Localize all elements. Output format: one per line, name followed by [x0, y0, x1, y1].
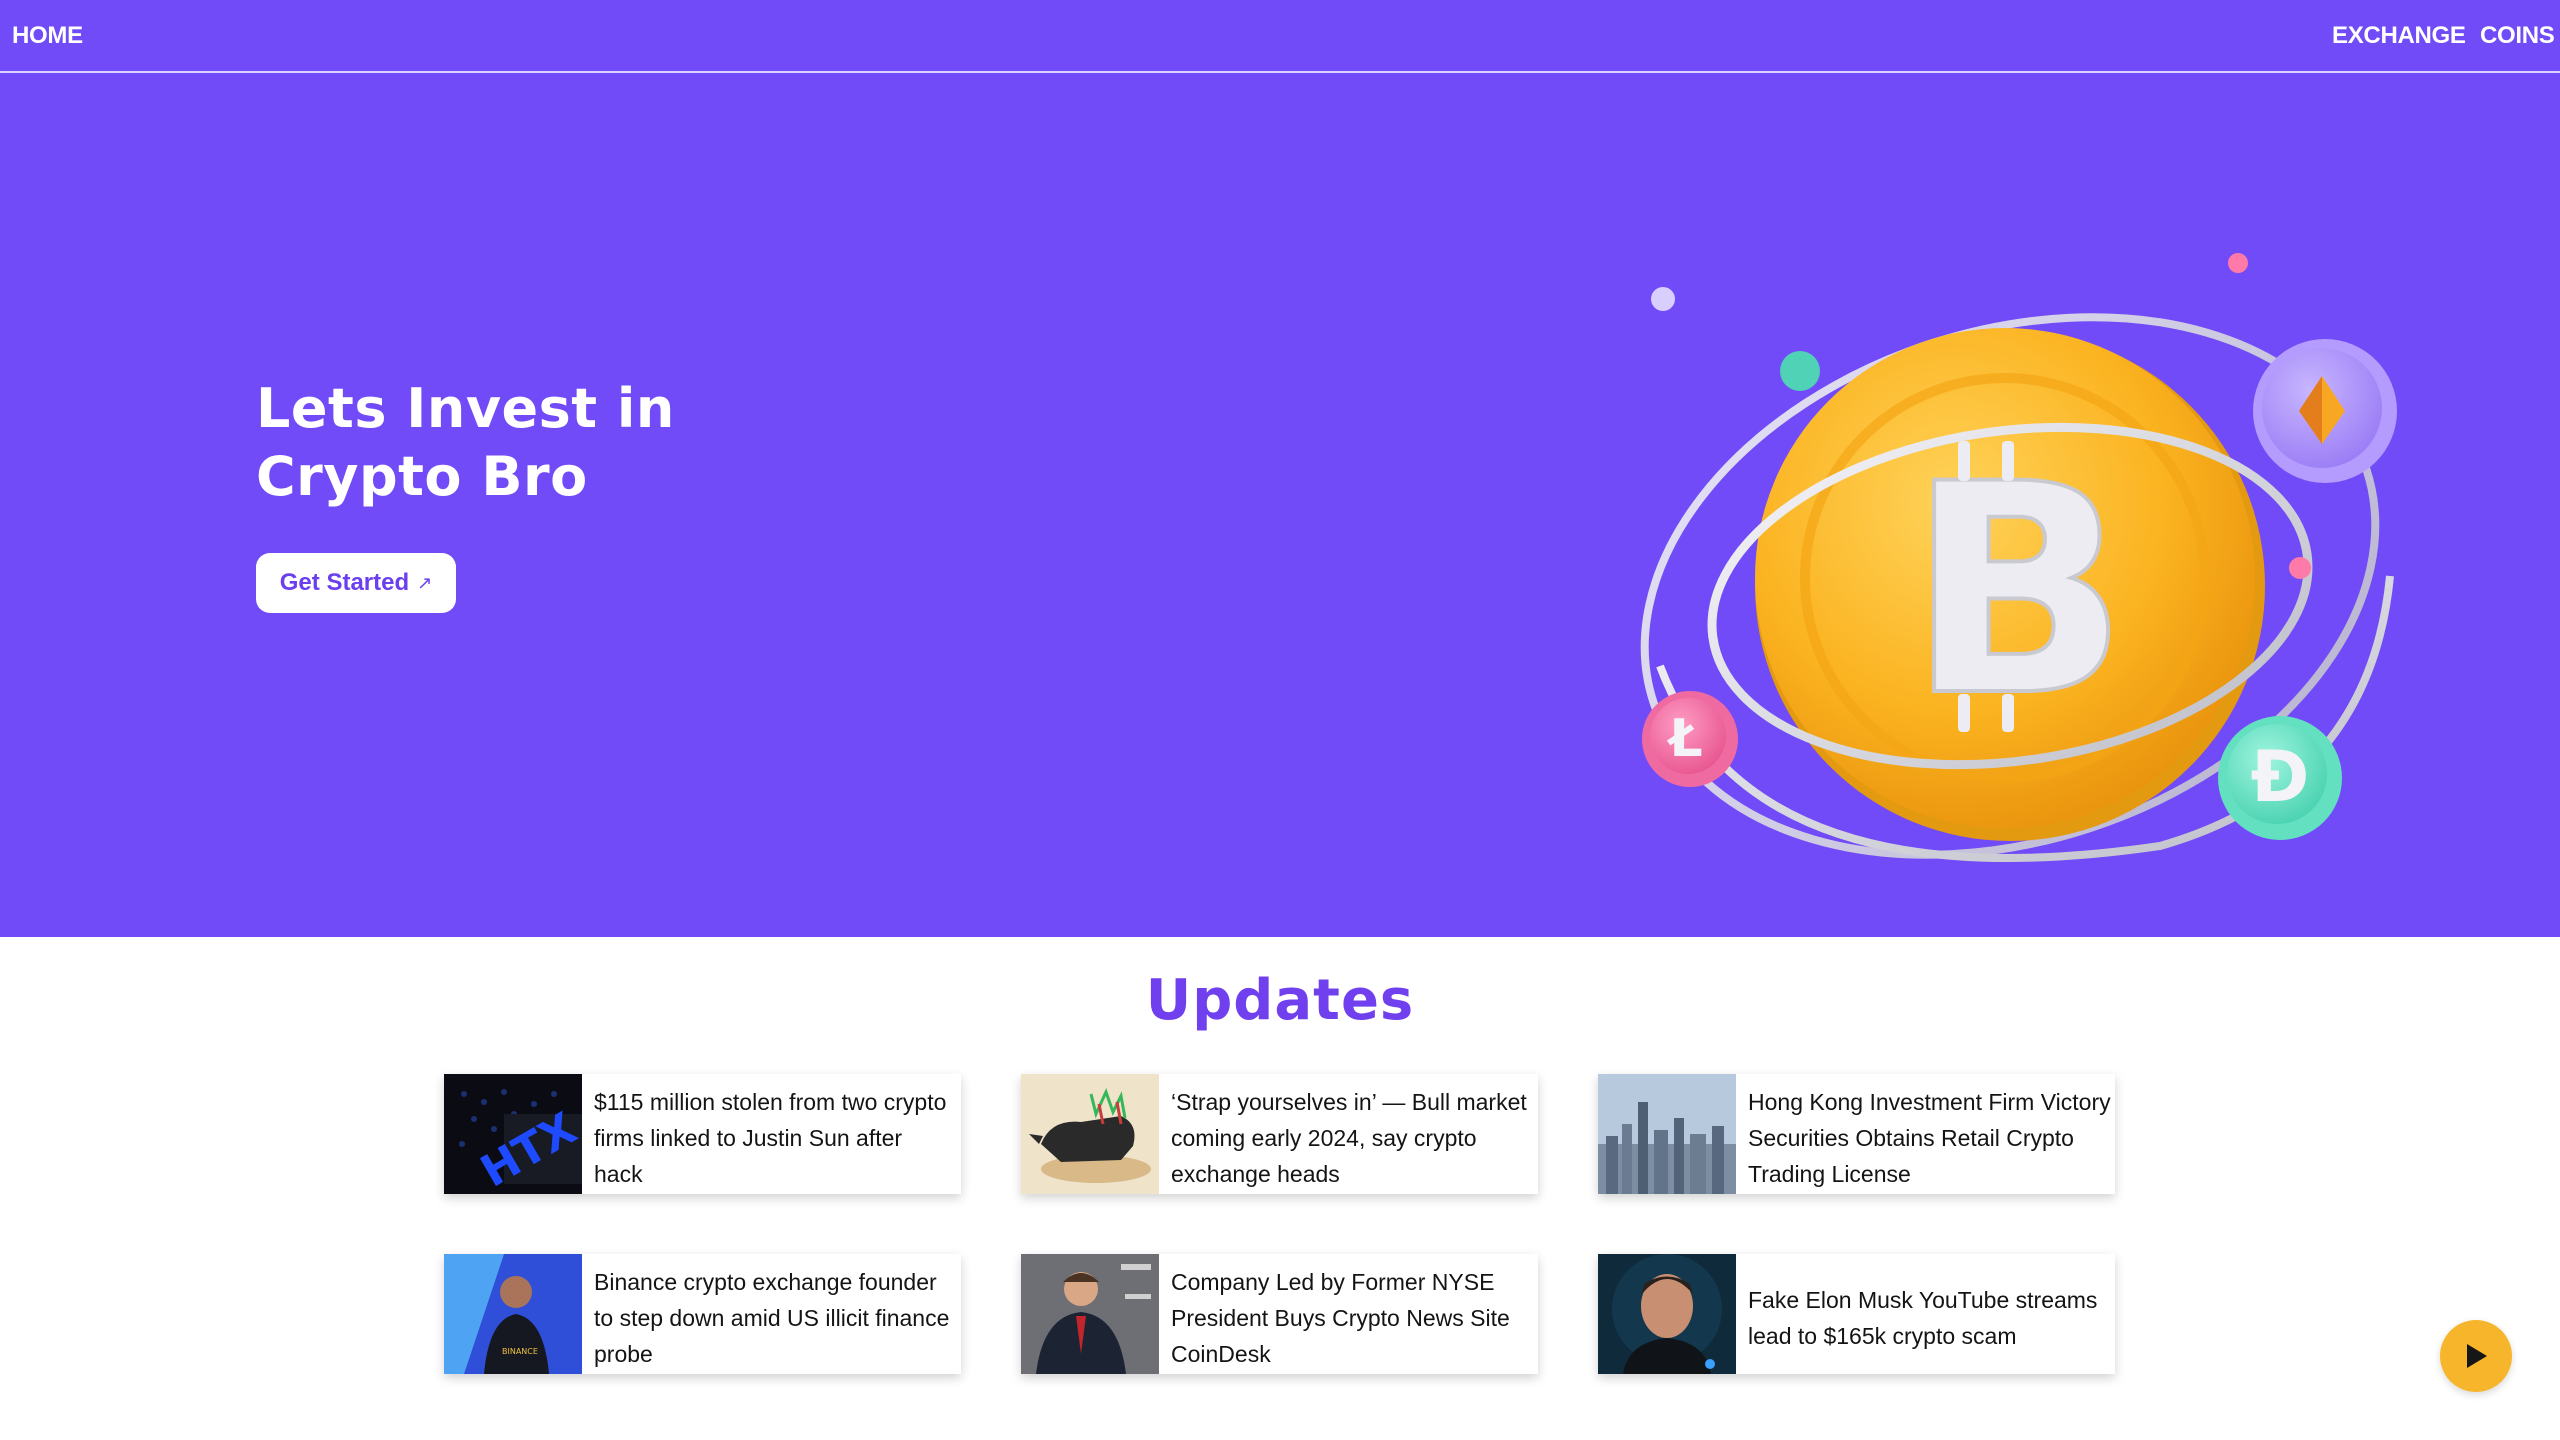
news-headline: Company Led by Former NYSE President Buy… [1171, 1269, 1510, 1367]
hero-section: Lets Invest in Crypto Bro Get Started ↗ [0, 73, 2560, 937]
news-headline: $115 million stolen from two crypto firm… [594, 1089, 947, 1187]
news-thumbnail [1598, 1074, 1736, 1194]
news-headline: Hong Kong Investment Firm Victory Securi… [1748, 1089, 2111, 1187]
news-headline: ‘Strap yourselves in’ — Bull market comi… [1171, 1089, 1527, 1187]
nav-home-link[interactable]: HOME [12, 22, 83, 50]
news-card[interactable]: Hong Kong Investment Firm Victory Securi… [1598, 1074, 2115, 1194]
crypto-coins-illustration: B Ł Ð [1640, 253, 2397, 862]
news-card[interactable]: Company Led by Former NYSE President Buy… [1021, 1254, 1538, 1374]
hero-title: Lets Invest in Crypto Bro [256, 377, 675, 508]
news-thumbnail: BINANCE [444, 1254, 582, 1374]
get-started-label: Get Started [279, 569, 410, 596]
news-thumbnail [1021, 1074, 1159, 1194]
news-thumbnail: HTX [444, 1074, 582, 1194]
nav-coins-link[interactable]: COINS [2480, 22, 2555, 50]
svg-text:BINANCE: BINANCE [502, 1347, 538, 1356]
ethereum-icon [2253, 339, 2397, 483]
updates-heading: Updates [1145, 968, 1415, 1033]
arrow-up-right-icon: ↗ [417, 572, 433, 593]
news-card[interactable]: ‘Strap yourselves in’ — Bull market comi… [1021, 1074, 1538, 1194]
news-thumbnail [1598, 1254, 1736, 1374]
news-card[interactable]: BINANCE Binance crypto exchange founder … [444, 1254, 961, 1374]
nav-exchange-link[interactable]: EXCHANGE [2332, 22, 2466, 50]
svg-text:Ł: Ł [1666, 709, 1702, 769]
news-headline: Fake Elon Musk YouTube streams lead to $… [1748, 1287, 2098, 1349]
get-started-button[interactable]: Get Started ↗ [256, 553, 456, 613]
dogecoin-icon: Ð [2218, 716, 2342, 840]
play-icon [2467, 1344, 2487, 1368]
svg-text:B: B [1907, 423, 2128, 760]
top-nav: HOME EXCHANGE COINS [0, 0, 2560, 73]
play-button[interactable] [2440, 1320, 2512, 1392]
svg-text:Ð: Ð [2251, 736, 2310, 818]
news-thumbnail [1021, 1254, 1159, 1374]
news-card[interactable]: HTX $115 million stolen from two crypto … [444, 1074, 961, 1194]
news-card[interactable]: Fake Elon Musk YouTube streams lead to $… [1598, 1254, 2115, 1374]
litecoin-icon: Ł [1642, 691, 1738, 787]
news-headline: Binance crypto exchange founder to step … [594, 1269, 950, 1367]
